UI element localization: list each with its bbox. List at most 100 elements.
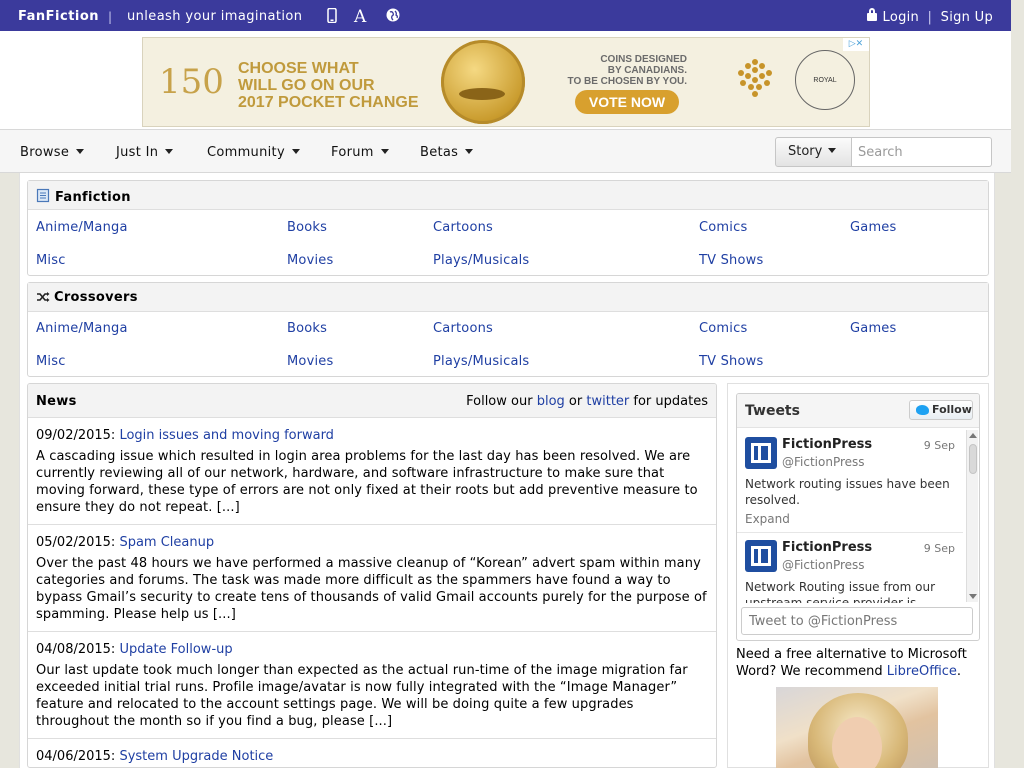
tweets-scrollbar[interactable] [966,430,978,602]
news-body: A cascading issue which resulted in logi… [36,449,698,515]
tweet-date[interactable]: 9 Sep [924,542,955,555]
scroll-thumb[interactable] [969,444,977,474]
crossovers-books[interactable]: Books [287,321,327,336]
top-bar: FanFiction | unleash your imagination A … [0,0,1011,31]
tweet-handle[interactable]: @FictionPress [782,455,865,469]
site-logo[interactable]: FanFiction [18,9,99,24]
sidebar: Tweets Follow FictionPress @FictionPress… [727,383,989,768]
crossovers-cartoons[interactable]: Cartoons [433,321,493,336]
fanfiction-header: Fanfiction [28,181,988,210]
twitter-bird-icon [916,405,929,415]
twitter-follow-button[interactable]: Follow [909,400,973,420]
ad-choices-icon[interactable]: ▷✕ [843,38,869,51]
twitter-link[interactable]: twitter [586,394,629,409]
nav-just-in[interactable]: Just In [116,145,174,160]
font-size-icon[interactable]: A [354,7,366,27]
promo-image[interactable] [776,687,938,768]
news-item: 09/02/2015: Login issues and moving forw… [28,418,716,525]
blog-link[interactable]: blog [537,394,565,409]
scroll-up-icon[interactable] [969,433,977,438]
fanfiction-anime-manga[interactable]: Anime/Manga [36,220,128,235]
crossovers-panel: Crossovers Anime/Manga Books Cartoons Co… [27,282,989,377]
auth-links: Login | Sign Up [866,8,994,25]
tweet-to-input[interactable]: Tweet to @FictionPress [741,607,973,635]
crossovers-movies[interactable]: Movies [287,354,333,369]
tweet: FictionPress @FictionPress 9 Sep Network… [737,533,963,603]
crossovers-header: Crossovers [28,283,988,312]
nav-community[interactable]: Community [207,145,300,160]
banner-ad[interactable]: 150 CHOOSE WHAT WILL GO ON OUR 2017 POCK… [142,37,870,127]
fanfiction-misc[interactable]: Misc [36,253,66,268]
main-nav: Browse Just In Community Forum Betas Sto… [0,129,1011,173]
news-follow-text: Follow our blog or twitter for updates [466,394,708,409]
site-tagline: unleash your imagination [127,9,303,24]
nav-betas[interactable]: Betas [420,145,474,160]
search-group: Story [775,137,992,167]
crossovers-misc[interactable]: Misc [36,354,66,369]
fanfiction-tv-shows[interactable]: TV Shows [699,253,763,268]
news-item: 04/06/2015: System Upgrade Notice [28,739,716,767]
maple-leaf-icon [738,59,772,97]
tweets-title: Tweets [745,403,800,419]
news-panel: News Follow our blog or twitter for upda… [27,383,717,768]
search-type-dropdown[interactable]: Story [775,137,852,167]
chevron-down-icon [828,148,837,153]
fanfiction-movies[interactable]: Movies [287,253,333,268]
fanfiction-comics[interactable]: Comics [699,220,747,235]
signup-link[interactable]: Sign Up [941,10,993,25]
fictionpress-avatar[interactable] [745,540,777,572]
chevron-down-icon [291,149,300,154]
tweet-date[interactable]: 9 Sep [924,439,955,452]
news-date: 04/08/2015: [36,642,116,657]
news-title-link[interactable]: Spam Cleanup [119,535,214,550]
crossovers-comics[interactable]: Comics [699,321,747,336]
chevron-down-icon [465,149,474,154]
news-item: 04/08/2015: Update Follow-up Our last up… [28,632,716,739]
vote-now-button[interactable]: VOTE NOW [575,90,679,114]
nav-forum[interactable]: Forum [331,145,389,160]
fictionpress-avatar[interactable] [745,437,777,469]
tweets-header: Tweets Follow [737,394,979,428]
fanfiction-cartoons[interactable]: Cartoons [433,220,493,235]
crossovers-plays-musicals[interactable]: Plays/Musicals [433,354,529,369]
news-title-link[interactable]: Login issues and moving forward [119,428,333,443]
news-title-link[interactable]: System Upgrade Notice [119,749,273,764]
globe-icon[interactable] [386,8,400,26]
mobile-icon[interactable] [327,7,337,27]
fanfiction-panel: Fanfiction Anime/Manga Books Cartoons Co… [27,180,989,276]
libreoffice-link[interactable]: LibreOffice [887,664,957,679]
fanfiction-games[interactable]: Games [850,220,896,235]
ad-zone: 150 CHOOSE WHAT WILL GO ON OUR 2017 POCK… [0,31,1011,129]
news-date: 05/02/2015: [36,535,116,550]
news-title-link[interactable]: Update Follow-up [119,642,232,657]
canada-150-logo: 150 [159,62,224,102]
tweet-text: Network routing issues have been resolve… [745,477,950,507]
news-body: Our last update took much longer than ex… [36,663,688,729]
ad-subtext: COINS DESIGNED BY CANADIANS. TO BE CHOSE… [567,54,687,87]
search-input[interactable] [852,137,992,167]
tweet-expand[interactable]: Expand [745,512,790,526]
brand-separator: | [108,10,113,24]
login-link[interactable]: Login [883,10,920,25]
chevron-down-icon [380,149,389,154]
auth-separator: | [927,10,933,25]
tweet-author[interactable]: FictionPress [782,437,872,452]
news-item: 05/02/2015: Spam Cleanup Over the past 4… [28,525,716,632]
chevron-down-icon [165,149,174,154]
tweet-text: Network Routing issue from our upstream … [745,580,936,603]
book-icon [36,188,50,203]
tweet-handle[interactable]: @FictionPress [782,558,865,572]
fanfiction-books[interactable]: Books [287,220,327,235]
scroll-down-icon[interactable] [969,594,977,599]
crossovers-games[interactable]: Games [850,321,896,336]
tweet-author[interactable]: FictionPress [782,540,872,555]
crossovers-tv-shows[interactable]: TV Shows [699,354,763,369]
lock-icon [866,8,877,21]
royal-mint-seal: ROYAL CANADIAN MINT [795,50,855,110]
chevron-down-icon [76,149,85,154]
crossovers-anime-manga[interactable]: Anime/Manga [36,321,128,336]
libreoffice-recommendation: Need a free alternative to Microsoft Wor… [736,647,967,679]
tweet: FictionPress @FictionPress 9 Sep Network… [737,430,963,533]
nav-browse[interactable]: Browse [20,145,85,160]
fanfiction-plays-musicals[interactable]: Plays/Musicals [433,253,529,268]
